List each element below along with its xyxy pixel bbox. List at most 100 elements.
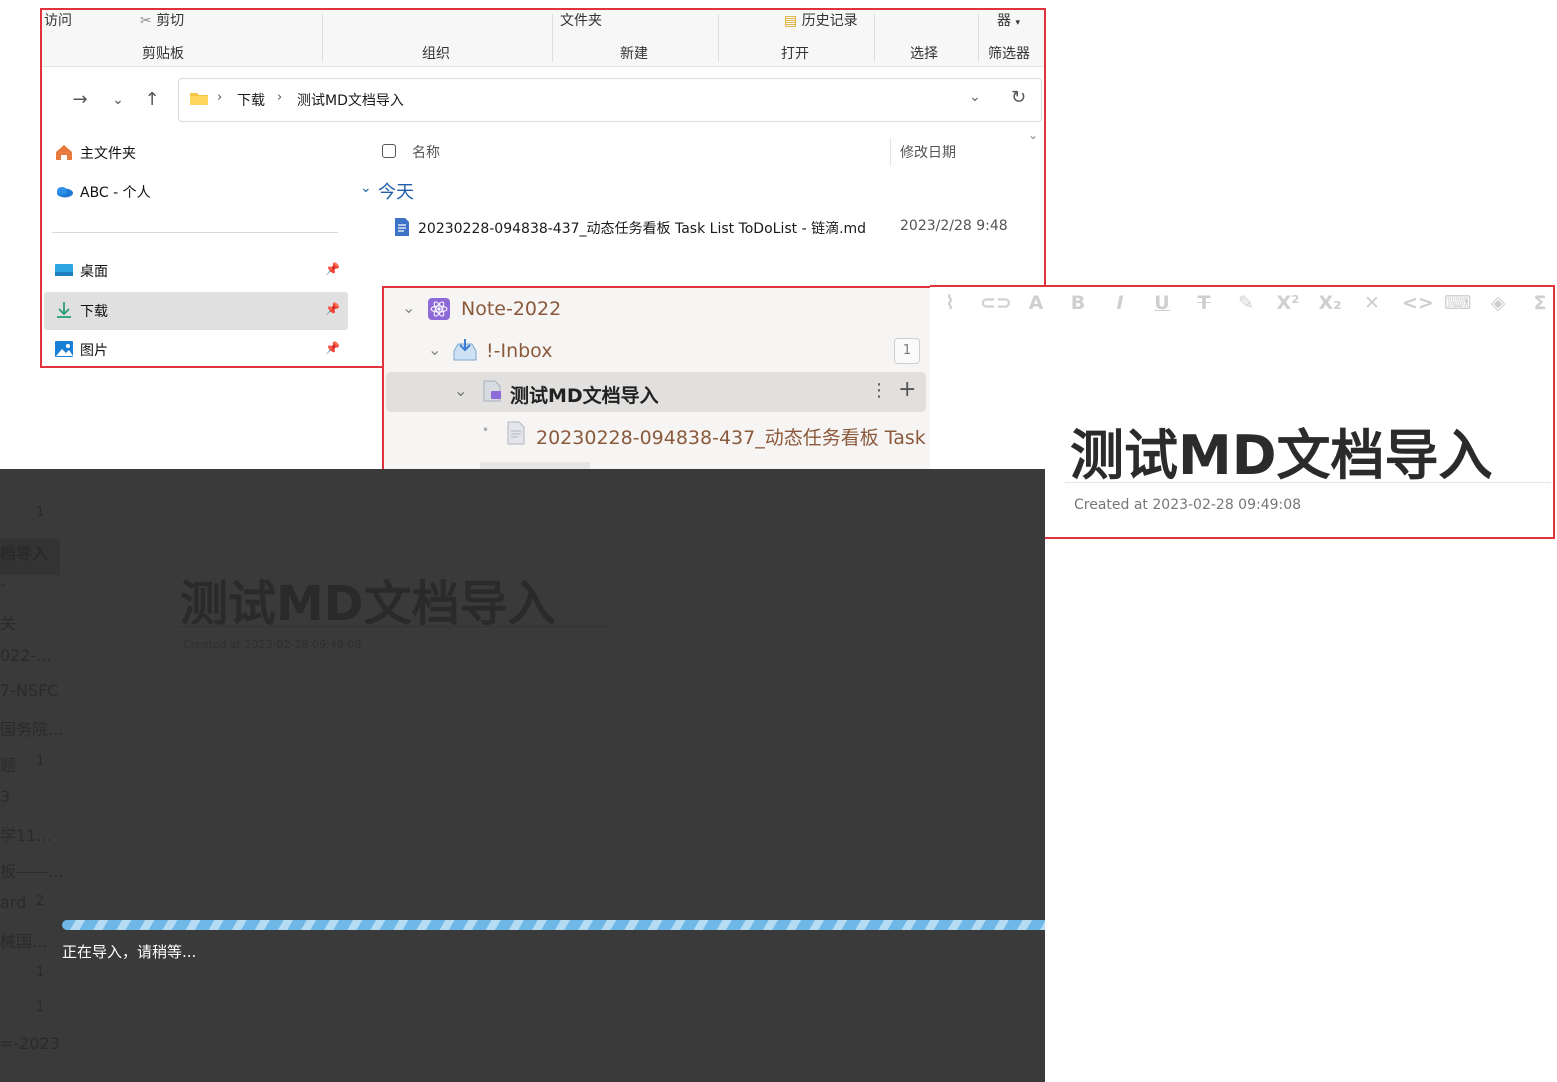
ribbon-new-folder[interactable]: 文件夹 (560, 10, 602, 30)
overlay-title-divider (178, 626, 608, 627)
document-icon (506, 421, 526, 445)
overlay-count: 1 (36, 505, 45, 520)
overlay-sidebar-item: 档导入 (0, 544, 49, 563)
overlay-count: 1 (36, 965, 45, 980)
breadcrumb-chevron-icon: › (217, 90, 223, 105)
graph-icon[interactable]: ⌇ (938, 291, 962, 315)
overlay-count: 1 (36, 754, 45, 769)
import-status-text: 正在导入，请稍等... (62, 943, 197, 961)
group-organize: 组织 (422, 46, 450, 62)
bold-icon[interactable]: B (1066, 291, 1090, 315)
file-row[interactable]: 20230228-094838-437_动态任务看板 Task List ToD… (394, 215, 1034, 241)
home-icon (54, 142, 74, 162)
text-color-icon[interactable]: A (1024, 291, 1048, 315)
history-icon: ▤ (784, 13, 798, 29)
sum-icon[interactable]: Σ (1528, 291, 1552, 315)
column-header-modified[interactable]: 修改日期 (900, 142, 956, 162)
tree-label: 测试MD文档导入 (510, 385, 659, 407)
ribbon-separator (718, 14, 719, 62)
group-filter: 筛选器 (988, 46, 1030, 62)
sidebar-item-pictures[interactable]: 图片 📌 (44, 331, 348, 369)
bullet-icon: • (482, 423, 490, 437)
sidebar-divider (52, 232, 338, 233)
inline-code-icon[interactable]: <> (1402, 291, 1434, 315)
ribbon-filter[interactable]: 器 ▾ (997, 10, 1020, 30)
select-all-checkbox[interactable] (382, 144, 396, 158)
count-badge: 1 (894, 338, 920, 364)
overlay-sidebar-item: =-2023 (0, 1034, 60, 1053)
scissors-icon: ✂ (140, 13, 152, 29)
created-timestamp: Created at 2023-02-28 09:49:08 (1074, 497, 1302, 513)
scroll-chevron-icon[interactable]: ⌄ (1028, 128, 1038, 142)
link-icon[interactable]: ⊂⊃ (980, 291, 1012, 315)
tree-item-child-doc[interactable]: • 20230228-094838-437_动态任务看板 Task ... (386, 415, 932, 453)
onedrive-icon (54, 181, 74, 201)
tag-icon[interactable]: ◈ (1486, 291, 1510, 315)
highlight-icon[interactable]: ✎ (1234, 291, 1258, 315)
refresh-icon[interactable]: ↻ (1011, 87, 1026, 108)
up-arrow-icon[interactable]: ↑ (140, 88, 164, 112)
clear-format-icon[interactable]: ✕ (1360, 291, 1384, 315)
document-icon (482, 380, 502, 402)
ribbon-history[interactable]: ▤ 历史记录 (784, 10, 858, 30)
overlay-created-timestamp: Created at 2023-02-28 09:49:08 (183, 638, 362, 651)
underline-icon[interactable]: U (1150, 291, 1174, 315)
sidebar-item-downloads[interactable]: 下载 📌 (44, 292, 348, 330)
overlay-count: 1 (36, 1000, 45, 1015)
overlay-sidebar-item: ard (0, 893, 27, 912)
keyboard-icon[interactable]: ⌨ (1444, 291, 1471, 315)
tree-notebook-note-2022[interactable]: ⌄ Note-2022 (386, 290, 930, 328)
chevron-down-icon[interactable]: ⌄ (402, 298, 415, 317)
tree-item-current-doc[interactable]: ⌄ 测试MD文档导入 ⋮ + (386, 372, 926, 412)
group-collapse-chevron-icon[interactable]: ⌄ (360, 180, 372, 196)
ribbon-access[interactable]: 访问 (44, 10, 72, 30)
overlay-sidebar-item: - (0, 575, 6, 594)
document-title[interactable]: 测试MD文档导入 (1070, 411, 1493, 490)
explorer-ribbon: 访问 ✂ 剪切 文件夹 ▤ 历史记录 器 ▾ 剪贴板 组织 新建 打开 选择 筛… (42, 10, 1044, 67)
forward-arrow-icon[interactable]: → (68, 88, 92, 112)
dropdown-caret-icon: ▾ (1015, 18, 1020, 28)
column-divider[interactable] (890, 138, 891, 166)
breadcrumb-current-folder[interactable]: 测试MD文档导入 (297, 90, 404, 110)
title-divider (1065, 482, 1551, 483)
superscript-icon[interactable]: X² (1276, 291, 1300, 315)
sidebar-item-desktop[interactable]: 桌面 📌 (44, 252, 348, 290)
group-open: 打开 (781, 46, 809, 62)
ribbon-cut[interactable]: ✂ 剪切 (140, 10, 184, 30)
desktop-icon (54, 260, 74, 280)
strikethrough-icon[interactable]: T (1192, 291, 1216, 315)
italic-icon[interactable]: I (1108, 291, 1132, 315)
subscript-icon[interactable]: X₂ (1318, 291, 1342, 315)
overlay-sidebar-item: 022-... (0, 646, 52, 665)
tree-item-inbox[interactable]: ⌄ !-Inbox 1 (386, 332, 930, 370)
overlay-sidebar-item: 3 (0, 787, 11, 806)
tree-label: !-Inbox (486, 340, 553, 362)
folder-icon (189, 90, 209, 106)
sidebar-item-home[interactable]: 主文件夹 (44, 134, 348, 172)
overlay-doc-title: 测试MD文档导入 (180, 576, 556, 632)
pin-icon[interactable]: 📌 (325, 341, 340, 355)
column-header-name[interactable]: 名称 (412, 142, 440, 162)
overlay-sidebar-item: 板——... (0, 862, 64, 881)
sidebar-item-onedrive[interactable]: ABC - 个人 (44, 173, 348, 211)
overlay-count: 2 (36, 894, 45, 909)
ribbon-separator (978, 14, 979, 62)
tree-label: Note-2022 (461, 298, 562, 320)
document-tree-panel: ⌄ Note-2022 ⌄ !-Inbox 1 ⌄ 测试MD文档导入 ⋮ + •… (382, 286, 932, 470)
group-select: 选择 (910, 46, 938, 62)
markdown-file-icon (394, 217, 410, 237)
pin-icon[interactable]: 📌 (325, 302, 340, 316)
address-bar[interactable]: › 下载 › 测试MD文档导入 ⌄ ↻ (178, 78, 1042, 122)
group-today[interactable]: 今天 (378, 178, 414, 204)
overlay-sidebar-item: 关 (0, 614, 17, 633)
breadcrumb-downloads[interactable]: 下载 (237, 90, 265, 110)
pin-icon[interactable]: 📌 (325, 262, 340, 276)
overlay-sidebar-item: 7-NSFC (0, 681, 59, 700)
chevron-down-icon[interactable]: ⌄ (454, 381, 467, 400)
more-options-icon[interactable]: ⋮ (870, 380, 888, 401)
add-icon[interactable]: + (898, 377, 916, 402)
recent-dropdown-icon[interactable]: ⌄ (106, 88, 130, 112)
inbox-icon (452, 338, 478, 362)
chevron-down-icon[interactable]: ⌄ (428, 340, 441, 359)
address-dropdown-icon[interactable]: ⌄ (969, 89, 981, 105)
